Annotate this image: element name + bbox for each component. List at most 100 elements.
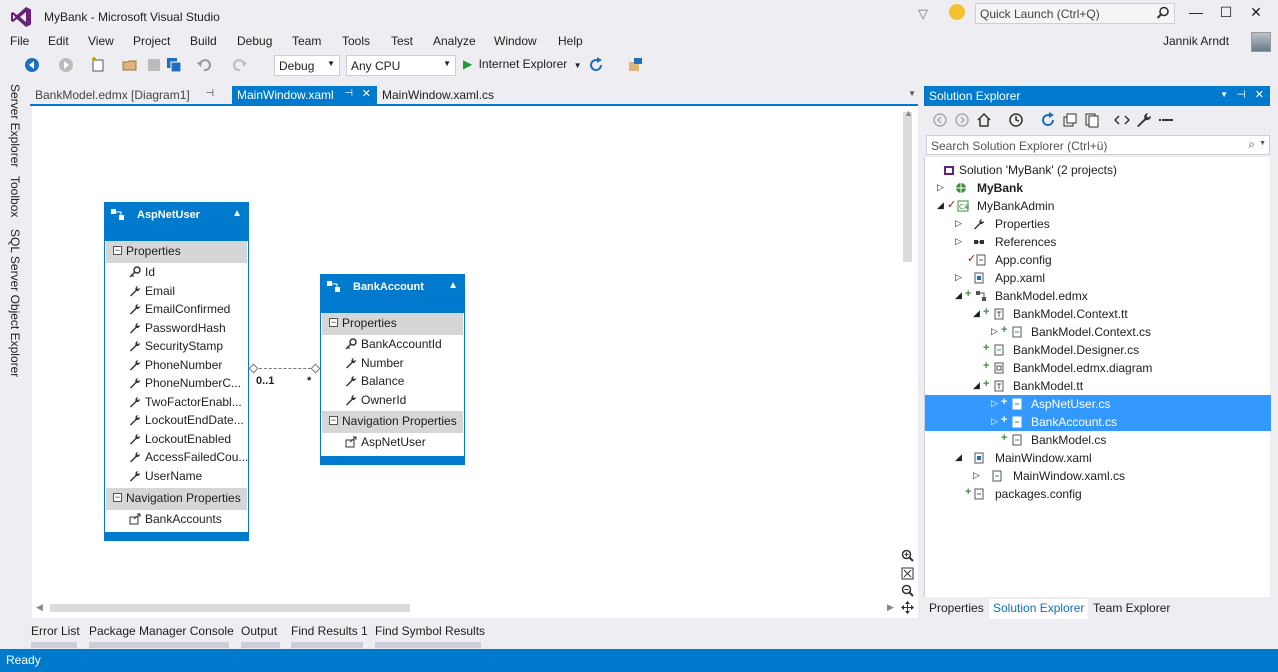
open-file-icon[interactable] [122,57,138,73]
tab-overflow-chevron-icon[interactable]: ▼ [908,89,916,98]
tab-find-symbol-results[interactable]: Find Symbol Results [375,624,485,638]
preview-selected-items-icon[interactable] [1158,112,1174,128]
menu-build[interactable]: Build [190,34,217,48]
tree-item-references[interactable]: ▷ References [925,233,1271,251]
expand-arrow-icon[interactable]: ▷ [991,398,998,409]
tree-item-mainwindow-xaml[interactable]: ◢ MainWindow.xaml [925,449,1271,467]
entity-property[interactable]: Number [321,354,464,373]
expand-arrow-icon[interactable]: ▷ [991,326,998,337]
menu-view[interactable]: View [88,34,114,48]
pin-icon[interactable]: ⊣ [344,88,353,99]
navigation-properties-section-header[interactable]: − Navigation Properties [322,411,463,433]
redo-icon[interactable] [232,57,248,73]
expand-arrow-icon[interactable]: ▷ [973,470,980,481]
pan-move-icon[interactable] [901,601,914,614]
solution-platform-dropdown[interactable]: Any CPU ▼ [346,55,456,76]
entity-property[interactable]: PhoneNumberC... [105,374,248,393]
toolbox-tab[interactable]: Toolbox [8,176,22,217]
entity-property[interactable]: TwoFactorEnabl... [105,393,248,412]
navigation-property[interactable]: AspNetUser [321,433,464,452]
navigate-forward-icon[interactable] [58,57,74,73]
menu-debug[interactable]: Debug [237,34,272,48]
collapse-arrow-icon[interactable]: ◢ [955,452,962,463]
tree-item-solution[interactable]: Solution 'MyBank' (2 projects) [925,161,1271,179]
menu-edit[interactable]: Edit [48,34,69,48]
navigation-properties-section-header[interactable]: − Navigation Properties [106,488,247,510]
chevron-down-icon[interactable]: ▼ [1220,90,1228,99]
expand-arrow-icon[interactable]: ▷ [955,272,962,283]
close-icon[interactable]: ✕ [1255,88,1264,101]
entity-bankaccount[interactable]: BankAccount ▲ − Properties BankAccountId… [320,274,465,465]
zoom-to-fit-icon[interactable] [901,567,914,580]
entity-property[interactable]: UserName [105,467,248,486]
save-icon[interactable] [146,57,162,73]
tree-item-mainwindow-xaml-cs[interactable]: ▷ MainWindow.xaml.cs [925,467,1271,485]
chevron-down-icon[interactable]: ▼ [1259,140,1266,147]
tree-item-app-config[interactable]: ✓ App.config [925,251,1271,269]
scroll-up-icon[interactable]: ▲ [904,108,913,118]
close-tab-icon[interactable]: ✕ [362,87,371,100]
tab-solution-explorer[interactable]: Solution Explorer [989,599,1089,619]
entity-property[interactable]: PhoneNumber [105,356,248,375]
signed-in-user[interactable]: Jannik Arndt [1163,34,1229,48]
search-icon[interactable] [1156,6,1170,20]
user-avatar[interactable] [1251,32,1271,52]
tree-item-project-mybankadmin[interactable]: ◢ ✓ C# MyBankAdmin [925,197,1271,215]
entity-property[interactable]: PasswordHash [105,319,248,338]
entity-property[interactable]: SecurityStamp [105,337,248,356]
solution-explorer-tree[interactable]: Solution 'MyBank' (2 projects) ▷ MyBank … [924,157,1271,597]
horizontal-scrollbar-thumb[interactable] [50,604,410,612]
minimize-button[interactable]: — [1186,4,1206,22]
collapse-minus-icon[interactable]: − [113,246,122,255]
refresh-browser-icon[interactable] [588,57,604,73]
menu-team[interactable]: Team [292,34,321,48]
entity-property[interactable]: BankAccountId [321,335,464,354]
scroll-left-icon[interactable]: ◀ [36,602,43,613]
collapse-arrow-icon[interactable]: ◢ [973,380,980,391]
collapse-minus-icon[interactable]: − [329,318,338,327]
solution-explorer-search-input[interactable]: Search Solution Explorer (Ctrl+ü) ⌕ ▼ [926,135,1270,155]
chevron-up-icon[interactable]: ▲ [448,280,458,291]
home-icon[interactable] [976,112,992,128]
menu-project[interactable]: Project [133,34,170,48]
tab-mainwindow-xaml[interactable]: MainWindow.xaml ⊣ ✕ [232,86,377,105]
entity-property[interactable]: Email [105,282,248,301]
entity-property[interactable]: LockoutEnabled [105,430,248,449]
send-feedback-smiley-icon[interactable] [949,4,965,20]
tree-item-app-xaml[interactable]: ▷ App.xaml [925,269,1271,287]
save-all-icon[interactable] [166,57,182,73]
tree-item-bankaccount-cs[interactable]: ▷ + BankAccount.cs [925,413,1271,431]
new-project-icon[interactable] [90,57,106,73]
menu-analyze[interactable]: Analyze [433,34,476,48]
expand-arrow-icon[interactable]: ▷ [937,182,944,193]
zoom-in-icon[interactable] [901,549,914,562]
tree-item-aspnetuser-cs[interactable]: ▷ + AspNetUser.cs [925,395,1271,413]
entity-aspnetuser[interactable]: AspNetUser ▲ − Properties Id Email Email… [104,202,249,541]
tab-package-manager-console[interactable]: Package Manager Console [89,624,234,638]
tree-item-bankmodel-edmx-diagram[interactable]: + BankModel.edmx.diagram [925,359,1271,377]
collapse-arrow-icon[interactable]: ◢ [937,200,944,211]
pin-icon[interactable]: ⊣ [205,88,214,99]
tree-item-packages-config[interactable]: + packages.config [925,485,1271,503]
properties-section-header[interactable]: − Properties [322,313,463,335]
navigate-back-icon[interactable] [24,57,40,73]
properties-wrench-icon[interactable] [1136,112,1152,128]
toolbox-items-icon[interactable] [628,57,644,73]
tab-find-results-1[interactable]: Find Results 1 [291,624,368,638]
tree-item-bankmodel-designer-cs[interactable]: + BankModel.Designer.cs [925,341,1271,359]
pending-changes-filter-icon[interactable] [1008,112,1024,128]
scroll-right-icon[interactable]: ▶ [887,602,894,613]
association-connector[interactable] [254,368,316,369]
entity-header[interactable]: BankAccount ▲ [321,275,464,313]
collapse-arrow-icon[interactable]: ◢ [955,290,962,301]
vertical-scrollbar-thumb[interactable] [903,112,912,262]
tab-mainwindow-xaml-cs[interactable]: MainWindow.xaml.cs [377,86,517,105]
collapse-all-icon[interactable] [1062,112,1078,128]
quick-launch-input[interactable]: Quick Launch (Ctrl+Q) [975,3,1175,24]
entity-property[interactable]: Balance [321,372,464,391]
search-icon[interactable]: ⌕ [1248,137,1255,152]
expand-arrow-icon[interactable]: ▷ [955,218,962,229]
navigation-property[interactable]: BankAccounts [105,510,248,529]
entity-property[interactable]: AccessFailedCou... [105,448,248,467]
view-code-icon[interactable] [1114,112,1130,128]
